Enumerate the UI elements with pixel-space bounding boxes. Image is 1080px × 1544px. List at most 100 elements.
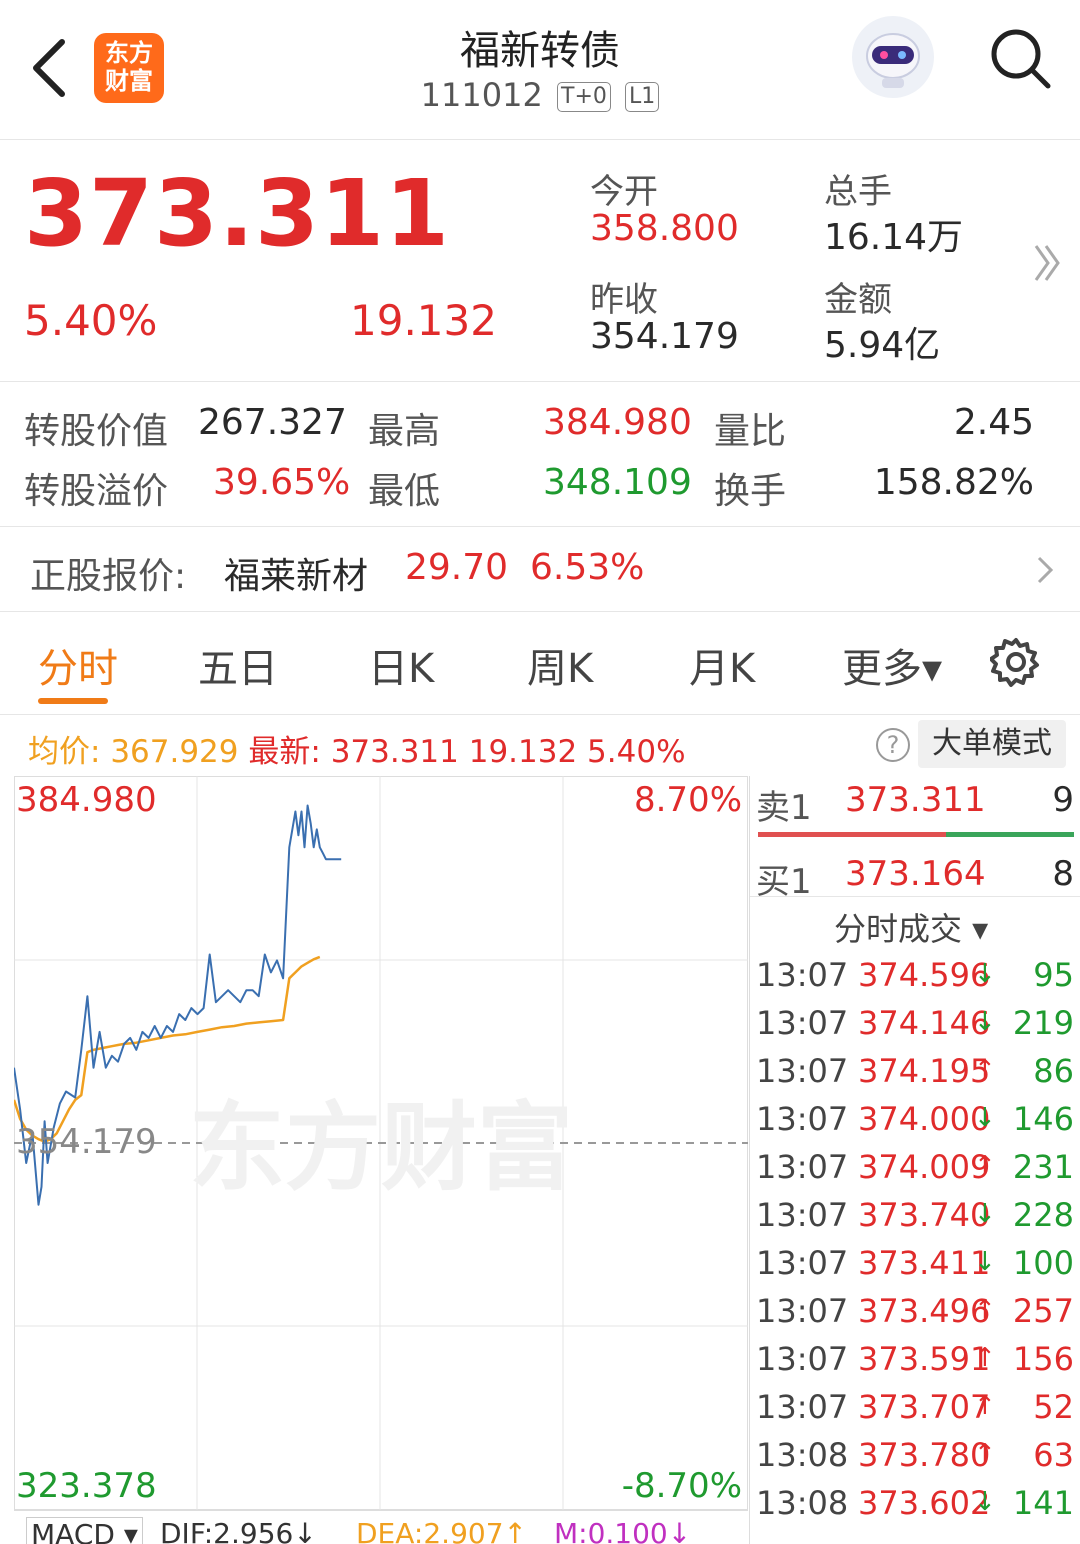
stock-price: 29.70 <box>405 547 509 588</box>
stock-label: 正股报价: <box>30 556 187 597</box>
trade-price: 373.780 <box>858 1436 991 1474</box>
trade-volume: 141 <box>1012 1484 1074 1522</box>
trade-row: 13:07 373.740 ↓ 228 <box>756 1196 1074 1244</box>
high-value: 384.980 <box>543 402 692 443</box>
trade-volume: 63 <box>1033 1436 1074 1474</box>
active-tab-indicator <box>38 698 108 704</box>
trade-direction: ↓ <box>974 1199 996 1229</box>
trade-price: 374.146 <box>858 1004 991 1042</box>
level-tag: L1 <box>625 82 660 112</box>
sell-strength-bar <box>758 832 946 837</box>
double-chevron-icon[interactable] <box>1032 240 1062 286</box>
trade-row: 13:07 373.411 ↓ 100 <box>756 1244 1074 1292</box>
open-value: 358.800 <box>590 208 739 249</box>
stock-percent: 6.53% <box>530 547 645 588</box>
tab-monthly-k[interactable]: 月K <box>689 636 755 694</box>
trade-row: 13:07 373.591 ↑ 156 <box>756 1340 1074 1388</box>
trade-time: 13:07 <box>756 1292 849 1330</box>
trade-row: 13:07 374.146 ↓ 219 <box>756 1004 1074 1052</box>
trade-time: 13:07 <box>756 1148 849 1186</box>
trade-time: 13:07 <box>756 1340 849 1378</box>
trade-volume: 219 <box>1012 1004 1074 1042</box>
chart-info-line: 均价: 367.929 最新: 373.311 19.132 5.40% <box>28 726 686 771</box>
trade-direction: ↑ <box>974 1391 996 1421</box>
trade-row: 13:07 374.000 ↓ 146 <box>756 1100 1074 1148</box>
chart-mid-label: 354.179 <box>16 1122 157 1162</box>
change-amount: 19.132 <box>350 296 497 345</box>
app-logo[interactable]: 东方 财富 <box>94 33 164 103</box>
macd-bar: MACD ▾ DIF:2.956↓ DEA:2.907↑ M:0.100↓ <box>14 1510 748 1544</box>
trade-volume: 228 <box>1012 1196 1074 1234</box>
gear-icon[interactable] <box>990 636 1042 688</box>
trade-time: 13:07 <box>756 956 849 994</box>
tab-intraday[interactable]: 分时 <box>38 636 118 694</box>
amount-value: 5.94亿 <box>824 325 941 366</box>
tab-weekly-k[interactable]: 周K <box>527 636 593 694</box>
trade-direction: ↓ <box>974 1247 996 1277</box>
buy1-qty: 8 <box>1052 854 1074 894</box>
help-icon[interactable]: ? <box>876 728 910 762</box>
tab-five-day[interactable]: 五日 <box>198 636 278 694</box>
logo-line1: 东方 <box>105 39 153 67</box>
trade-direction: ↓ <box>974 1103 996 1133</box>
trade-time: 13:07 <box>756 1100 849 1138</box>
low-value: 348.109 <box>543 462 692 503</box>
trade-volume: 95 <box>1033 956 1074 994</box>
trade-price: 374.009 <box>858 1148 991 1186</box>
trade-time: 13:07 <box>756 1004 849 1042</box>
page-title: 福新转债 <box>460 28 620 74</box>
trade-price: 373.411 <box>858 1244 991 1282</box>
tab-daily-k[interactable]: 日K <box>368 636 434 694</box>
trade-direction: ↑ <box>974 1055 996 1085</box>
macd-dea: DEA:2.907↑ <box>356 1517 527 1544</box>
trade-row: 13:07 373.707 ↑ 52 <box>756 1388 1074 1436</box>
trade-price: 373.740 <box>858 1196 991 1234</box>
big-order-mode-button[interactable]: 大单模式 <box>918 720 1066 768</box>
prev-close-label: 昨收 <box>590 280 658 320</box>
trade-direction: ↑ <box>974 1439 996 1469</box>
trade-direction: ↑ <box>974 1343 996 1373</box>
security-code: 111012 <box>420 76 543 114</box>
trade-price: 373.591 <box>858 1340 991 1378</box>
trade-direction: ↓ <box>974 1007 996 1037</box>
amount-label: 金额 <box>824 280 892 320</box>
watermark: 东方财富 <box>189 1092 573 1204</box>
macd-m: M:0.100↓ <box>554 1517 692 1544</box>
trade-row: 13:07 373.496 ↑ 257 <box>756 1292 1074 1340</box>
trade-volume: 231 <box>1012 1148 1074 1186</box>
trade-direction: ↓ <box>974 1487 996 1517</box>
last-price: 373.311 <box>24 160 451 267</box>
sell1-qty: 9 <box>1052 780 1074 820</box>
avg-label: 均价: <box>28 734 101 770</box>
trade-price: 374.195 <box>858 1052 991 1090</box>
trade-time: 13:08 <box>756 1484 849 1522</box>
underlying-stock-row[interactable]: 正股报价: 福莱新材 29.70 6.53% <box>0 527 1080 611</box>
trade-volume: 100 <box>1012 1244 1074 1282</box>
chevron-right-icon <box>1037 556 1054 584</box>
trade-direction: ↑ <box>974 1151 996 1181</box>
robot-avatar-icon[interactable] <box>852 16 934 98</box>
divider <box>750 896 1080 897</box>
trade-price: 373.707 <box>858 1388 991 1426</box>
trade-row: 13:07 374.195 ↑ 86 <box>756 1052 1074 1100</box>
chart-top-right-label: 8.70% <box>633 780 742 820</box>
turnover-label: 换手 <box>714 471 787 512</box>
tab-more[interactable]: 更多▾ <box>842 636 942 694</box>
macd-selector[interactable]: MACD ▾ <box>26 1517 143 1544</box>
back-icon[interactable] <box>28 36 72 100</box>
trade-time: 13:08 <box>756 1436 849 1474</box>
divider <box>0 381 1080 382</box>
conv-premium-value: 39.65% <box>213 462 351 503</box>
trade-volume: 52 <box>1033 1388 1074 1426</box>
trade-volume: 257 <box>1012 1292 1074 1330</box>
divider <box>0 611 1080 612</box>
trades-header[interactable]: 分时成交 ▾ <box>834 904 988 950</box>
search-icon[interactable] <box>988 26 1052 90</box>
avg-value: 367.929 <box>110 734 239 770</box>
trade-row: 13:08 373.602 ↓ 141 <box>756 1484 1074 1532</box>
trade-row: 13:08 373.780 ↑ 63 <box>756 1436 1074 1484</box>
divider <box>0 714 1080 715</box>
open-label: 今开 <box>590 172 658 212</box>
trade-time: 13:07 <box>756 1244 849 1282</box>
trade-direction: ↑ <box>974 1295 996 1325</box>
